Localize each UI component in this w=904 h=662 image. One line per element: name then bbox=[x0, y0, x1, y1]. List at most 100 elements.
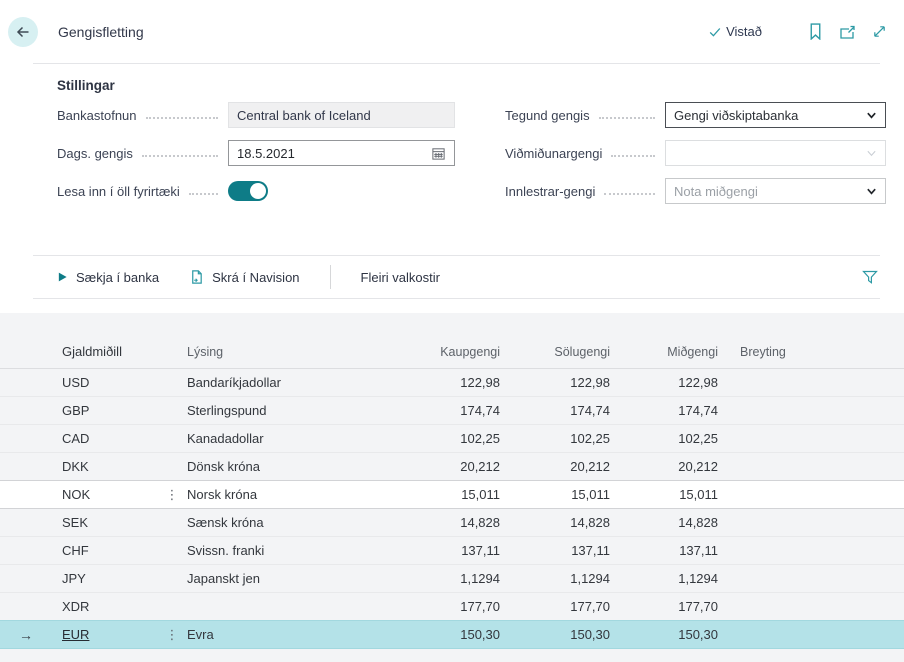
reference-rate-select bbox=[665, 140, 886, 166]
field-innlestrar-gengi: Innlestrar-gengi Nota miðgengi bbox=[505, 178, 886, 204]
read-all-companies-toggle[interactable] bbox=[228, 181, 268, 201]
rate-type-label: Tegund gengis bbox=[505, 108, 590, 123]
play-icon bbox=[57, 271, 68, 283]
bank-institution-label: Bankastofnun bbox=[57, 108, 137, 123]
currency-code-cell[interactable]: XDR bbox=[62, 599, 89, 614]
buy-rate-cell: 122,98 bbox=[420, 375, 500, 390]
sell-rate-cell: 174,74 bbox=[500, 403, 610, 418]
register-in-navision-label: Skrá í Navision bbox=[212, 270, 299, 285]
col-header-solugengi[interactable]: Sölugengi bbox=[500, 345, 610, 359]
register-in-navision-button[interactable]: Skrá í Navision bbox=[189, 269, 299, 285]
filter-funnel-icon bbox=[862, 270, 878, 285]
back-button[interactable] bbox=[8, 17, 38, 47]
mid-rate-cell: 1,1294 bbox=[610, 571, 718, 586]
toggle-knob bbox=[250, 183, 266, 199]
dotted-leader bbox=[146, 117, 218, 119]
sell-rate-cell: 102,25 bbox=[500, 431, 610, 446]
document-arrow-icon bbox=[189, 269, 204, 285]
mid-rate-cell: 137,11 bbox=[610, 543, 718, 558]
field-vidmidunargengi: Viðmiðunargengi bbox=[505, 140, 886, 166]
bank-institution-field: Central bank of Iceland bbox=[228, 102, 455, 128]
currency-description-cell: Evra bbox=[184, 627, 420, 642]
currency-code-cell[interactable]: GBP bbox=[62, 403, 89, 418]
col-header-lysing[interactable]: Lýsing bbox=[184, 345, 420, 359]
field-bankastofnun: Bankastofnun Central bank of Iceland bbox=[57, 102, 455, 128]
row-context-menu-icon[interactable]: ⋮ bbox=[166, 487, 179, 502]
sell-rate-cell: 177,70 bbox=[500, 599, 610, 614]
currency-table: Gjaldmiðill Lýsing Kaupgengi Sölugengi M… bbox=[0, 313, 904, 662]
open-in-new-window-icon[interactable] bbox=[838, 23, 856, 41]
buy-rate-cell: 1,1294 bbox=[420, 571, 500, 586]
field-dags-gengis: Dags. gengis 18.5.2021 bbox=[57, 140, 455, 166]
more-options-label: Fleiri valkostir bbox=[361, 270, 440, 285]
table-body: → USD ⋮ Bandaríkjadollar 122,98 122,98 1… bbox=[0, 369, 904, 649]
buy-rate-cell: 150,30 bbox=[420, 627, 500, 642]
currency-code-cell[interactable]: EUR bbox=[62, 627, 89, 642]
currency-description-cell: Kanadadollar bbox=[184, 431, 420, 446]
table-row[interactable]: → SEK ⋮ Sænsk króna 14,828 14,828 14,828 bbox=[0, 509, 904, 537]
rate-type-select[interactable]: Gengi viðskiptabanka bbox=[665, 102, 886, 128]
col-header-gjaldmidill[interactable]: Gjaldmiðill bbox=[52, 344, 160, 359]
expand-icon[interactable] bbox=[870, 23, 888, 41]
table-row[interactable]: → USD ⋮ Bandaríkjadollar 122,98 122,98 1… bbox=[0, 369, 904, 397]
saved-label: Vistað bbox=[726, 24, 762, 39]
buy-rate-cell: 174,74 bbox=[420, 403, 500, 418]
currency-code-cell[interactable]: SEK bbox=[62, 515, 88, 530]
rate-date-input[interactable]: 18.5.2021 bbox=[228, 140, 455, 166]
mid-rate-cell: 20,212 bbox=[610, 459, 718, 474]
fetch-from-bank-button[interactable]: Sækja í banka bbox=[57, 270, 159, 285]
table-row[interactable]: → GBP ⋮ Sterlingspund 174,74 174,74 174,… bbox=[0, 397, 904, 425]
exchange-rate-page: Gengisfletting Vistað bbox=[0, 0, 904, 662]
currency-description-cell: Bandaríkjadollar bbox=[184, 375, 420, 390]
import-rate-label: Innlestrar-gengi bbox=[505, 184, 595, 199]
dotted-leader bbox=[189, 193, 218, 195]
table-row[interactable]: → DKK ⋮ Dönsk króna 20,212 20,212 20,212 bbox=[0, 453, 904, 481]
buy-rate-cell: 15,011 bbox=[420, 487, 500, 502]
import-rate-value: Nota miðgengi bbox=[674, 184, 758, 199]
more-options-button[interactable]: Fleiri valkostir bbox=[361, 270, 440, 285]
check-icon bbox=[708, 25, 722, 39]
dotted-leader bbox=[604, 193, 655, 195]
filter-button[interactable] bbox=[862, 270, 878, 285]
settings-section: Stillingar Bankastofnun Central bank of … bbox=[0, 64, 904, 255]
currency-code-cell[interactable]: DKK bbox=[62, 459, 89, 474]
back-arrow-icon bbox=[15, 24, 31, 40]
table-row[interactable]: → CHF ⋮ Svissn. franki 137,11 137,11 137… bbox=[0, 537, 904, 565]
currency-code-cell[interactable]: USD bbox=[62, 375, 89, 390]
bookmark-icon[interactable] bbox=[806, 23, 824, 41]
sell-rate-cell: 150,30 bbox=[500, 627, 610, 642]
currency-code-cell[interactable]: JPY bbox=[62, 571, 86, 586]
currency-description-cell: Svissn. franki bbox=[184, 543, 420, 558]
sell-rate-cell: 14,828 bbox=[500, 515, 610, 530]
currency-description-cell: Sænsk króna bbox=[184, 515, 420, 530]
currency-code-cell[interactable]: CAD bbox=[62, 431, 89, 446]
table-row[interactable]: → JPY ⋮ Japanskt jen 1,1294 1,1294 1,129… bbox=[0, 565, 904, 593]
currency-description-cell: Sterlingspund bbox=[184, 403, 420, 418]
calendar-icon[interactable] bbox=[431, 146, 446, 161]
mid-rate-cell: 174,74 bbox=[610, 403, 718, 418]
col-header-kaupgengi[interactable]: Kaupgengi bbox=[420, 345, 500, 359]
actionbar-divider bbox=[330, 265, 331, 289]
table-header-row: Gjaldmiðill Lýsing Kaupgengi Sölugengi M… bbox=[0, 313, 904, 369]
dotted-leader bbox=[142, 155, 218, 157]
chevron-down-icon bbox=[866, 148, 877, 159]
table-row[interactable]: → EUR ⋮ Evra 150,30 150,30 150,30 bbox=[0, 620, 904, 649]
fetch-from-bank-label: Sækja í banka bbox=[76, 270, 159, 285]
table-row[interactable]: → XDR ⋮ 177,70 177,70 177,70 bbox=[0, 593, 904, 621]
currency-code-cell[interactable]: NOK bbox=[62, 487, 90, 502]
mid-rate-cell: 102,25 bbox=[610, 431, 718, 446]
currency-code-cell[interactable]: CHF bbox=[62, 543, 89, 558]
currency-description-cell: Dönsk króna bbox=[184, 459, 420, 474]
row-context-menu-icon[interactable]: ⋮ bbox=[166, 627, 179, 642]
table-row[interactable]: → CAD ⋮ Kanadadollar 102,25 102,25 102,2… bbox=[0, 425, 904, 453]
table-row[interactable]: → NOK ⋮ Norsk króna 15,011 15,011 15,011 bbox=[0, 480, 904, 509]
sell-rate-cell: 15,011 bbox=[500, 487, 610, 502]
rate-date-label: Dags. gengis bbox=[57, 146, 133, 161]
currency-description-cell: Japanskt jen bbox=[184, 571, 420, 586]
col-header-midgengi[interactable]: Miðgengi bbox=[610, 345, 718, 359]
col-header-breyting[interactable]: Breyting bbox=[718, 345, 838, 359]
import-rate-select[interactable]: Nota miðgengi bbox=[665, 178, 886, 204]
top-bar: Gengisfletting Vistað bbox=[0, 0, 904, 63]
buy-rate-cell: 137,11 bbox=[420, 543, 500, 558]
currency-description-cell: Norsk króna bbox=[184, 487, 420, 502]
